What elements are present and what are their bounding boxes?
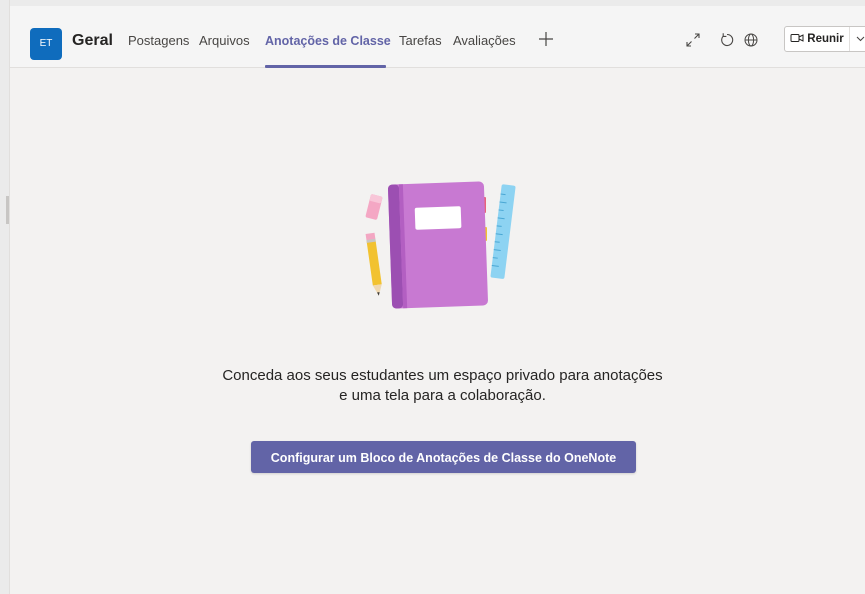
globe-icon[interactable] [743, 32, 759, 48]
tab-postagens[interactable]: Postagens [128, 32, 189, 50]
tab-tarefas[interactable]: Tarefas [399, 32, 442, 50]
channel-name: Geral [72, 32, 113, 49]
resize-grip[interactable] [6, 196, 9, 224]
notebook-illustration [360, 175, 525, 315]
tab-anotacoes-de-classe[interactable]: Anotações de Classe [265, 32, 391, 50]
expand-icon[interactable] [685, 32, 701, 48]
active-tab-indicator [265, 65, 386, 68]
video-camera-icon [790, 32, 804, 47]
refresh-icon[interactable] [719, 32, 735, 48]
message-line-1: Conceda aos seus estudantes um espaço pr… [222, 367, 663, 384]
tab-avaliacoes[interactable]: Avaliações [453, 32, 516, 50]
channel-header: ET Geral Postagens Arquivos Anotações de… [10, 6, 865, 68]
message-line-2: e uma tela para a colaboração. [339, 387, 546, 404]
empty-state-message: Conceda aos seus estudantes um espaço pr… [150, 366, 735, 406]
meet-button-group: Reunir [784, 26, 865, 52]
setup-class-notebook-button[interactable]: Configurar um Bloco de Anotações de Clas… [251, 441, 636, 473]
meet-button[interactable]: Reunir [785, 27, 850, 51]
team-avatar[interactable]: ET [30, 28, 62, 60]
plus-icon[interactable] [538, 30, 554, 48]
left-rail-edge [0, 0, 10, 594]
tab-arquivos[interactable]: Arquivos [199, 32, 250, 50]
meet-button-label: Reunir [807, 33, 844, 45]
chevron-down-icon[interactable] [850, 27, 865, 51]
